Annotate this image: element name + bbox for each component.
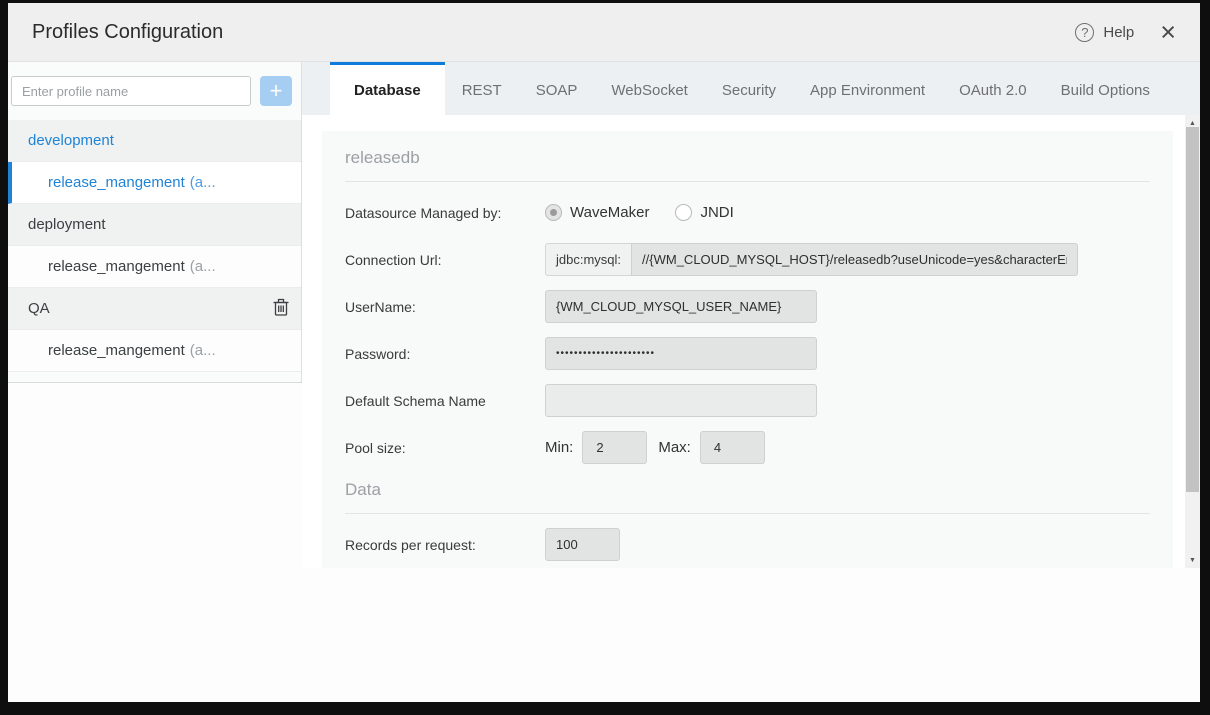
pool-size-label: Pool size: — [345, 440, 545, 456]
tab-bar: Database REST SOAP WebSocket Security Ap… — [302, 62, 1200, 115]
database-settings-card: releasedb Datasource Managed by: WaveMak… — [322, 131, 1173, 568]
profile-search-row: + — [8, 62, 301, 120]
profile-item-suffix: (a... — [190, 342, 216, 359]
username-label: UserName: — [345, 299, 545, 315]
pool-min-label: Min: — [545, 439, 573, 456]
password-row: Password: — [345, 337, 1150, 370]
datasource-radio-group: WaveMaker JNDI — [545, 204, 760, 221]
connection-url-row: Connection Url: jdbc:mysql: — [345, 243, 1150, 276]
tab-soap[interactable]: SOAP — [519, 62, 595, 115]
profile-group-qa[interactable]: QA — [8, 288, 301, 330]
username-row: UserName: — [345, 290, 1150, 323]
profile-item-suffix: (a... — [190, 258, 216, 275]
profile-item-release-mangement[interactable]: release_mangement (a... — [8, 330, 301, 372]
profile-item-label: release_mangement — [48, 342, 185, 359]
profile-group-label: QA — [28, 300, 50, 317]
tab-websocket[interactable]: WebSocket — [594, 62, 704, 115]
trash-icon — [273, 298, 289, 319]
help-link[interactable]: Help — [1103, 24, 1134, 41]
vertical-scrollbar[interactable]: ▲ ▼ — [1185, 115, 1200, 568]
profiles-configuration-dialog: Profiles Configuration ? Help × + develo… — [8, 3, 1200, 702]
profile-item-suffix: (a... — [190, 174, 216, 191]
jdbc-prefix: jdbc:mysql: — [545, 243, 631, 276]
radio-jndi[interactable] — [675, 204, 692, 221]
profile-group-development[interactable]: development — [8, 120, 301, 162]
tab-rest[interactable]: REST — [445, 62, 519, 115]
profile-item-release-mangement[interactable]: release_mangement (a... — [8, 246, 301, 288]
profile-name-input[interactable] — [11, 76, 251, 106]
close-icon[interactable]: × — [1160, 22, 1176, 42]
pool-max-input[interactable] — [700, 431, 765, 464]
datasource-row: Datasource Managed by: WaveMaker JNDI — [345, 196, 1150, 229]
schema-input[interactable] — [545, 384, 817, 417]
tab-content: releasedb Datasource Managed by: WaveMak… — [302, 115, 1200, 568]
records-per-request-label: Records per request: — [345, 537, 545, 553]
datasource-label: Datasource Managed by: — [345, 205, 545, 221]
help-icon[interactable]: ? — [1075, 23, 1094, 42]
username-input[interactable] — [545, 290, 817, 323]
profile-item-label: release_mangement — [48, 174, 185, 191]
password-input[interactable] — [545, 337, 817, 370]
profile-group-deployment[interactable]: deployment — [8, 204, 301, 246]
schema-label: Default Schema Name — [345, 393, 545, 409]
tab-oauth[interactable]: OAuth 2.0 — [942, 62, 1044, 115]
pool-size-row: Pool size: Min: Max: — [345, 431, 1150, 464]
profile-item-label: release_mangement — [48, 258, 185, 275]
database-name-heading: releasedb — [345, 131, 1150, 182]
radio-jndi-label[interactable]: JNDI — [700, 204, 733, 221]
dialog-title: Profiles Configuration — [32, 21, 223, 44]
pool-max-label: Max: — [658, 439, 691, 456]
records-per-request-row: Records per request: — [345, 528, 1150, 561]
radio-wavemaker[interactable] — [545, 204, 562, 221]
profile-item-release-mangement-selected[interactable]: release_mangement (a... — [8, 162, 301, 204]
radio-wavemaker-label[interactable]: WaveMaker — [570, 204, 649, 221]
add-profile-button[interactable]: + — [260, 76, 292, 106]
password-label: Password: — [345, 346, 545, 362]
profile-group-label: deployment — [28, 216, 106, 233]
tab-app-environment[interactable]: App Environment — [793, 62, 942, 115]
delete-profile-button[interactable] — [273, 298, 289, 319]
scrollbar-thumb[interactable] — [1186, 127, 1199, 492]
schema-row: Default Schema Name — [345, 384, 1150, 417]
profile-list: development release_mangement (a... depl… — [8, 120, 301, 372]
dialog-body: + development release_mangement (a... de… — [8, 62, 1200, 382]
scroll-down-icon[interactable]: ▼ — [1185, 553, 1200, 567]
tab-security[interactable]: Security — [705, 62, 793, 115]
tab-build-options[interactable]: Build Options — [1044, 62, 1167, 115]
dialog-titlebar: Profiles Configuration ? Help × — [8, 3, 1200, 62]
pool-min-input[interactable] — [582, 431, 647, 464]
records-per-request-input[interactable] — [545, 528, 620, 561]
connection-url-input[interactable] — [631, 243, 1078, 276]
profiles-sidebar: + development release_mangement (a... de… — [8, 62, 302, 382]
data-section-heading: Data — [345, 467, 1150, 514]
connection-url-label: Connection Url: — [345, 252, 545, 268]
profile-group-label: development — [28, 132, 114, 149]
main-panel: Database REST SOAP WebSocket Security Ap… — [302, 62, 1200, 382]
titlebar-actions: ? Help × — [1075, 22, 1176, 42]
tab-database[interactable]: Database — [330, 62, 445, 115]
